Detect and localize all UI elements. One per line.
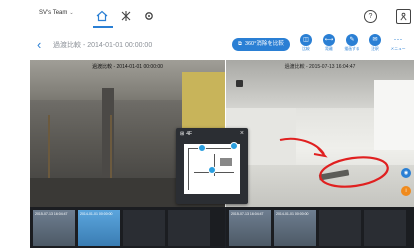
top-app-bar: SV's Team ⌄ ?: [30, 0, 414, 32]
timeline-thumbnail[interactable]: [168, 210, 210, 246]
map-icon: ⊞: [180, 131, 185, 137]
minimap-panel[interactable]: ⊞ 4F ×: [176, 128, 248, 204]
more-icon: ···: [393, 34, 403, 44]
annotation-icon: ✉: [369, 34, 381, 46]
thumbnail-date: 2014-01-01 00:00:00: [276, 212, 309, 216]
timeline-thumbnail[interactable]: [123, 210, 165, 246]
close-icon[interactable]: ×: [240, 130, 244, 137]
right-pane-label: 過渡比較 - 2015-07-13 16:04:47: [284, 64, 356, 70]
plan-room: [220, 158, 232, 166]
location-pin[interactable]: [230, 142, 238, 150]
timeline-thumbnail[interactable]: 2014-01-01 00:00:00: [274, 210, 316, 246]
timeline-thumbnail[interactable]: [364, 210, 406, 246]
location-pin[interactable]: [198, 144, 206, 152]
help-icon[interactable]: ?: [364, 10, 377, 23]
team-label: SV's Team: [39, 10, 68, 16]
minimap-header: ⊞ 4F: [180, 131, 192, 137]
tool-label: 比較: [302, 47, 310, 51]
expand-icon[interactable]: [236, 80, 243, 87]
timeline-thumbnail[interactable]: 2015-07-13 16:04:47: [33, 210, 75, 246]
camera-icon[interactable]: ◉: [401, 168, 411, 178]
tool-menu[interactable]: ··· メニュー: [388, 34, 408, 52]
plan-wall: [188, 148, 236, 149]
tool-draw[interactable]: ✎ 描画する: [342, 34, 362, 52]
thumbnail-date: 2015-07-13 16:04:47: [35, 212, 68, 216]
pencil-icon: ✎: [346, 34, 358, 46]
red-annotation-drawing: [279, 137, 389, 188]
gear-icon[interactable]: [142, 9, 156, 23]
thumbnail-date: 2015-07-13 16:04:47: [231, 212, 264, 216]
page-title: 過渡比較 - 2014-01-01 00:00:00: [53, 42, 153, 49]
timeline-thumbnail[interactable]: 2015-07-13 16:04:47: [229, 210, 271, 246]
thumbnail-date: 2014-01-01 00:00:00: [80, 212, 113, 216]
timeline-thumbnail[interactable]: [319, 210, 361, 246]
tool-label: 注釈: [371, 47, 379, 51]
ruler-icon: ⟷: [323, 34, 335, 46]
info-icon[interactable]: i: [401, 186, 411, 196]
tool-label: 描画する: [344, 47, 360, 51]
plan-wall: [188, 148, 189, 190]
active-nav-indicator: [93, 26, 113, 28]
compare-icon: ⧉: [238, 41, 242, 47]
compare-360-label: 360°消除を比較: [244, 41, 284, 47]
right-panorama-view[interactable]: 過渡比較 - 2015-07-13 16:04:47 ◉ i: [226, 60, 414, 207]
compare-360-button[interactable]: ⧉ 360°消除を比較: [232, 38, 290, 51]
app-frame: SV's Team ⌄ ? ‹ 過渡比較 - 2014-01-01 00:00:0…: [30, 0, 414, 248]
comparison-toolbar: ‹ 過渡比較 - 2014-01-01 00:00:00 ⧉ 360°消除を比較…: [30, 31, 414, 61]
location-pin[interactable]: [208, 166, 216, 174]
compare-tool-icon: ◫: [300, 34, 312, 46]
tool-label: メニュー: [390, 47, 406, 51]
tool-distance[interactable]: ⟷ 距離: [319, 34, 339, 52]
floor-plan[interactable]: [184, 142, 240, 194]
home-icon[interactable]: [95, 9, 109, 23]
back-arrow-icon[interactable]: ‹: [37, 37, 41, 52]
tool-annotation[interactable]: ✉ 注釈: [365, 34, 385, 52]
right-timeline-strip: 2015-07-13 16:04:47 2014-01-01 00:00:00: [226, 207, 414, 248]
tool-label: 距離: [325, 47, 333, 51]
minimap-title: 4F: [186, 131, 193, 137]
floorplan-icon[interactable]: [119, 9, 133, 23]
left-timeline-strip: 2015-07-13 16:04:47 2014-01-01 00:00:00: [30, 207, 225, 248]
left-scaffold: [48, 115, 112, 187]
person-icon[interactable]: [396, 9, 411, 24]
chevron-down-icon: ⌄: [69, 10, 74, 16]
left-pane-label: 過渡比較 - 2014-01-01 00:00:00: [92, 64, 163, 70]
timeline-thumbnail-selected[interactable]: 2014-01-01 00:00:00: [78, 210, 120, 246]
team-selector[interactable]: SV's Team ⌄: [39, 10, 74, 16]
tool-compare[interactable]: ◫ 比較: [296, 34, 316, 52]
